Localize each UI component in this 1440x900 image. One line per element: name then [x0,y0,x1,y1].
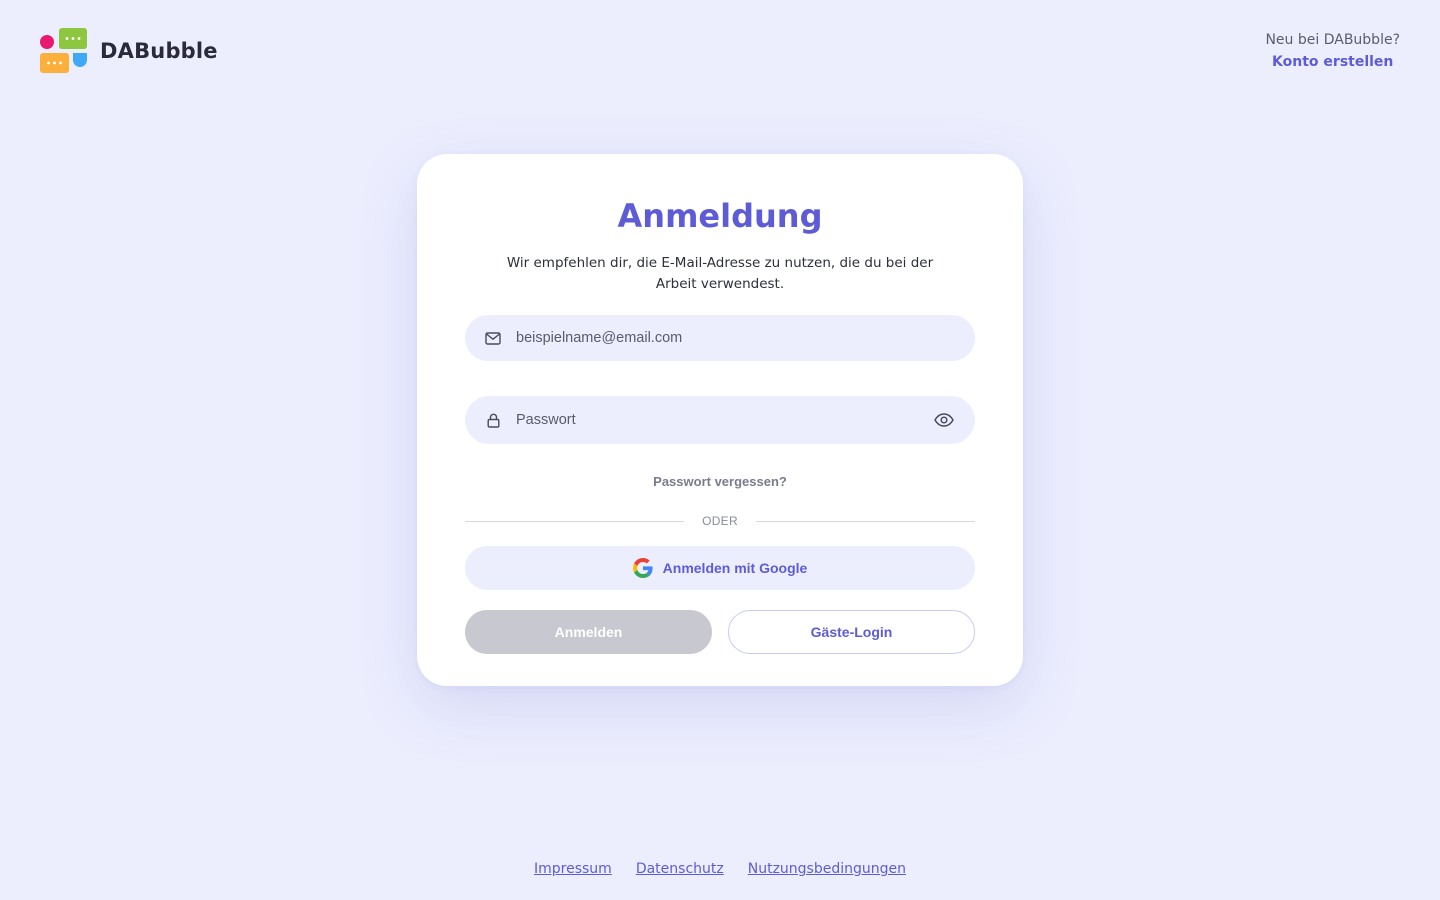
google-icon [632,558,653,578]
footer-link-datenschutz[interactable]: Datenschutz [636,861,724,877]
eye-icon[interactable] [933,409,955,431]
password-input[interactable] [516,396,933,444]
lock-icon [485,412,501,428]
login-button[interactable]: Anmelden [465,610,712,654]
guest-login-button[interactable]: Gäste-Login [728,610,975,654]
login-card: Anmeldung Wir empfehlen dir, die E-Mail-… [417,154,1023,686]
login-page: DABubble Neu bei DABubble? Konto erstell… [0,0,1440,900]
divider-line-right [755,520,975,522]
footer-links: Impressum Datenschutz Nutzungsbedingunge… [0,861,1440,877]
google-login-button[interactable]: Anmelden mit Google [465,546,975,590]
brand-name: DABubble [100,39,218,63]
divider-text: ODER [702,514,738,528]
mail-icon [485,330,501,346]
password-field[interactable] [465,396,975,444]
email-field[interactable] [465,315,975,361]
forgot-password-link[interactable]: Passwort vergessen? [417,474,1023,489]
signup-question: Neu bei DABubble? [1265,32,1400,48]
create-account-link[interactable]: Konto erstellen [1265,54,1400,70]
footer-link-impressum[interactable]: Impressum [534,861,612,877]
page-title: Anmeldung [617,197,823,235]
logo[interactable]: DABubble [40,28,218,74]
or-divider: ODER [465,514,975,528]
signup-prompt: Neu bei DABubble? Konto erstellen [1265,32,1400,70]
email-input[interactable] [516,315,955,361]
login-subtitle: Wir empfehlen dir, die E-Mail-Adresse zu… [506,254,934,292]
footer-link-nutzungsbedingungen[interactable]: Nutzungsbedingungen [748,861,906,877]
google-button-label: Anmelden mit Google [662,560,808,576]
chat-bubbles-logo-icon [40,28,87,73]
divider-line-left [465,520,685,522]
